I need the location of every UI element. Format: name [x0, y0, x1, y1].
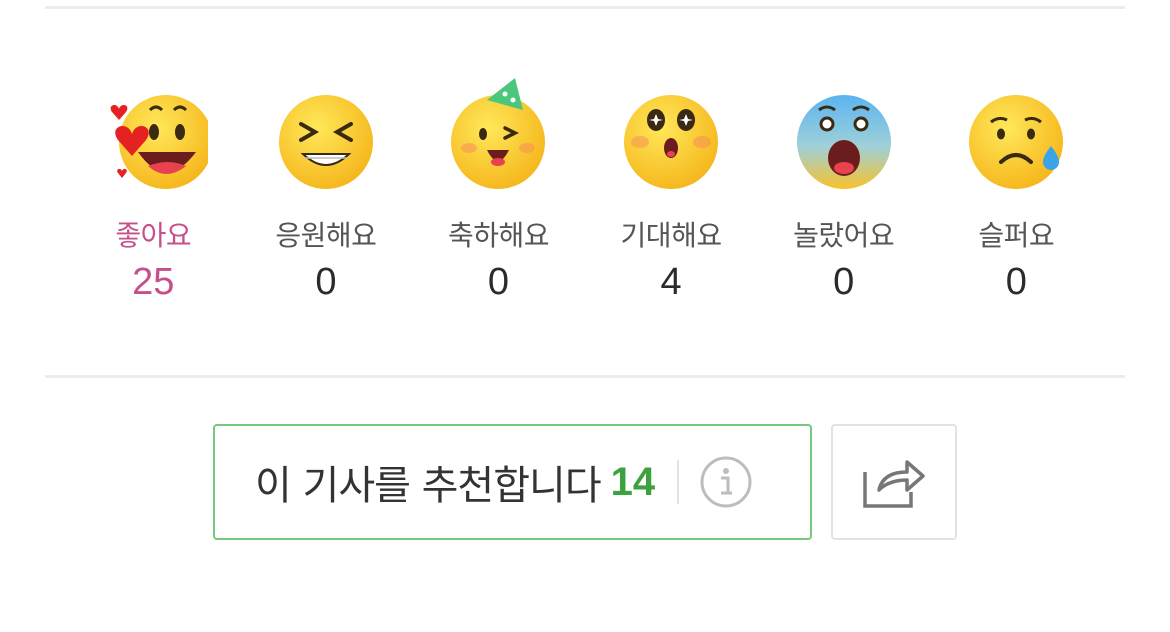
reaction-count: 0 [1005, 261, 1027, 303]
sparkle-eyes-emoji-icon [616, 70, 726, 200]
share-icon [861, 450, 927, 515]
reaction-like[interactable]: 좋아요 25 [67, 70, 240, 320]
reaction-label: 축하해요 [447, 219, 550, 252]
reaction-surprised[interactable]: 놀랐어요 0 [757, 70, 930, 320]
reaction-label: 응원해요 [275, 219, 377, 252]
middle-divider [45, 375, 1125, 378]
share-button[interactable] [831, 424, 957, 540]
reaction-expect[interactable]: 기대해요 4 [585, 70, 758, 320]
recommend-count: 14 [610, 459, 656, 504]
shocked-emoji-icon [789, 70, 899, 200]
party-hat-emoji-icon [443, 70, 553, 200]
reaction-bar: 좋아요 25 응원해요 0 축하해요 0 기대해요 4 놀랐어요 0 슬퍼요 0 [67, 70, 1103, 320]
cheer-grin-emoji-icon [271, 70, 381, 200]
reaction-count: 0 [315, 261, 337, 303]
reaction-label: 슬퍼요 [978, 219, 1055, 252]
recommend-button[interactable]: 이 기사를 추천합니다 14 [213, 424, 812, 540]
top-divider [45, 6, 1125, 9]
reaction-count: 25 [132, 261, 175, 303]
info-icon[interactable] [699, 455, 753, 509]
reaction-sad[interactable]: 슬퍼요 0 [930, 70, 1103, 320]
reaction-label: 좋아요 [115, 219, 192, 252]
heart-eyes-laugh-emoji-icon [98, 70, 209, 200]
recommend-label: 이 기사를 추천합니다 [255, 463, 602, 509]
reaction-congrats[interactable]: 축하해요 0 [412, 70, 585, 320]
sad-tear-emoji-icon [961, 70, 1071, 200]
reaction-count: 4 [660, 261, 682, 303]
reaction-label: 놀랐어요 [793, 219, 895, 252]
reaction-count: 0 [833, 261, 855, 303]
separator [677, 460, 680, 504]
reaction-count: 0 [487, 261, 510, 303]
reaction-cheer[interactable]: 응원해요 0 [240, 70, 413, 320]
reaction-label: 기대해요 [620, 219, 723, 252]
